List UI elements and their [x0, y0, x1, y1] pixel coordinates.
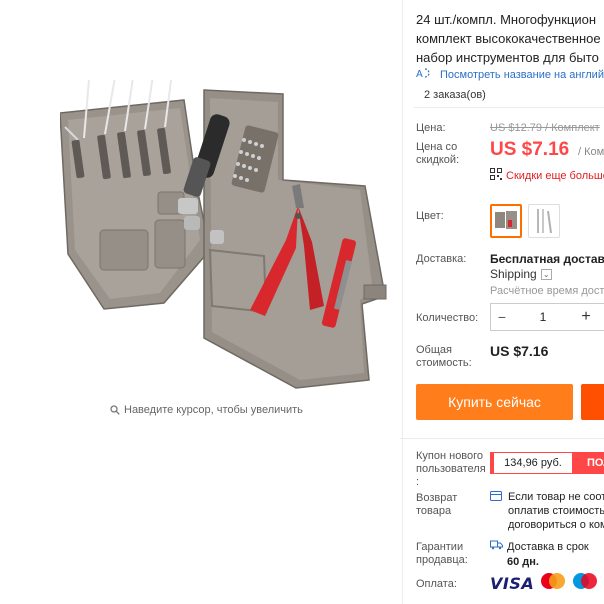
- color-label: Цвет:: [416, 210, 444, 222]
- total-label-line: Общая: [416, 344, 452, 356]
- tool-case-illustration: [59, 57, 387, 389]
- product-title-line: набор инструментов для быто: [416, 50, 599, 65]
- add-to-cart-button[interactable]: [581, 384, 604, 420]
- guarantee-label: Гарантии продавца:: [416, 541, 468, 567]
- payment-methods: VISA: [490, 572, 604, 595]
- shipping-option: Бесплатная доставка: [490, 252, 604, 266]
- returns-label-line: Возврат: [416, 492, 458, 504]
- chevron-down-icon[interactable]: ⌄: [540, 268, 552, 280]
- maestro-logo: [572, 572, 598, 595]
- swatch-thumbnail: [495, 211, 517, 229]
- quantity-stepper[interactable]: − 1 +: [490, 303, 604, 331]
- discount-price: US $7.16: [490, 139, 570, 160]
- mastercard-logo: [540, 572, 566, 595]
- coupon-label-line: пользователя: [416, 463, 486, 475]
- shipping-method-select[interactable]: Shipping ⌄: [490, 267, 552, 281]
- shipping-method-text[interactable]: Shipping: [490, 267, 537, 281]
- delivery-estimate: Расчётное время доставки: [490, 285, 604, 297]
- shipping-label: Доставка:: [416, 253, 467, 265]
- returns-info-line: Если товар не соотв: [508, 491, 604, 503]
- guarantee-delivery-text: Доставка в срок: [507, 540, 589, 553]
- quantity-increase-button[interactable]: +: [573, 308, 599, 326]
- card-icon: [490, 491, 502, 532]
- divider: [414, 107, 604, 108]
- returns-label: Возврат товара: [416, 492, 457, 518]
- guarantee-info: Доставка в срок 60 дн.: [490, 539, 589, 570]
- get-coupon-button[interactable]: ПОЛ: [573, 452, 604, 474]
- translate-link[interactable]: A Посмотреть название на англий: [416, 67, 604, 82]
- orders-count: 2 заказа(ов): [424, 89, 486, 101]
- buy-now-button[interactable]: Купить сейчас: [416, 384, 573, 420]
- translate-icon: A: [416, 67, 434, 82]
- product-title-line: 24 шт./компл. Многофункцион: [416, 12, 597, 27]
- swatch-thumbnail: [537, 209, 552, 234]
- price-label: Цена:: [416, 122, 446, 134]
- total-label-line: стоимость:: [416, 357, 472, 369]
- coupon-amount: 134,96 руб.: [490, 452, 573, 474]
- quantity-decrease-button[interactable]: −: [491, 309, 513, 325]
- coupon-label-line: Купон нового: [416, 450, 484, 462]
- returns-info-line: оплатив стоимость: [508, 505, 604, 517]
- returns-label-line: товара: [416, 505, 452, 517]
- coupon-label-line: :: [416, 476, 420, 488]
- product-title-line: комплект высококачественное: [416, 31, 601, 46]
- total-price: US $7.16: [490, 343, 549, 359]
- color-swatch-selected[interactable]: [490, 204, 522, 238]
- coupon-label: Купон нового пользователя :: [416, 450, 486, 489]
- payment-label: Оплата:: [416, 578, 457, 590]
- zoom-hint-text: Наведите курсор, чтобы увеличить: [124, 404, 303, 416]
- price-unit: / Комп: [578, 146, 604, 158]
- translate-link-text[interactable]: Посмотреть название на англий: [440, 69, 604, 81]
- guarantee-label-line: продавца:: [416, 554, 468, 566]
- product-title: 24 шт./компл. Многофункцион комплект выс…: [416, 10, 604, 67]
- discount-price-label: Цена со скидкой:: [416, 141, 459, 167]
- color-swatch[interactable]: [528, 204, 560, 238]
- quantity-input[interactable]: 1: [513, 310, 573, 324]
- original-price: US $12.79 / Комплект: [490, 122, 600, 134]
- total-label: Общая стоимость:: [416, 344, 472, 370]
- app-promo-text[interactable]: Скидки еще больше: [506, 170, 604, 182]
- qr-code-icon: [490, 168, 502, 183]
- search-icon: [110, 405, 120, 415]
- divider: [400, 438, 604, 439]
- column-divider: [402, 0, 403, 604]
- quantity-label: Количество:: [416, 312, 479, 324]
- guarantee-days: 60 дн.: [507, 556, 539, 568]
- app-promo-link[interactable]: Скидки еще больше: [490, 168, 604, 183]
- returns-info: Если товар не соотв оплатив стоимость до…: [490, 490, 604, 532]
- truck-clock-icon: [490, 539, 503, 555]
- product-image[interactable]: [59, 57, 390, 390]
- guarantee-label-line: Гарантии: [416, 541, 464, 553]
- discount-label-line: скидкой:: [416, 154, 460, 166]
- zoom-hint: Наведите курсор, чтобы увеличить: [110, 404, 303, 416]
- discount-label-line: Цена со: [416, 141, 458, 153]
- svg-text:A: A: [416, 69, 423, 79]
- visa-logo: VISA: [490, 574, 535, 593]
- returns-info-line: договориться о ком: [508, 519, 604, 531]
